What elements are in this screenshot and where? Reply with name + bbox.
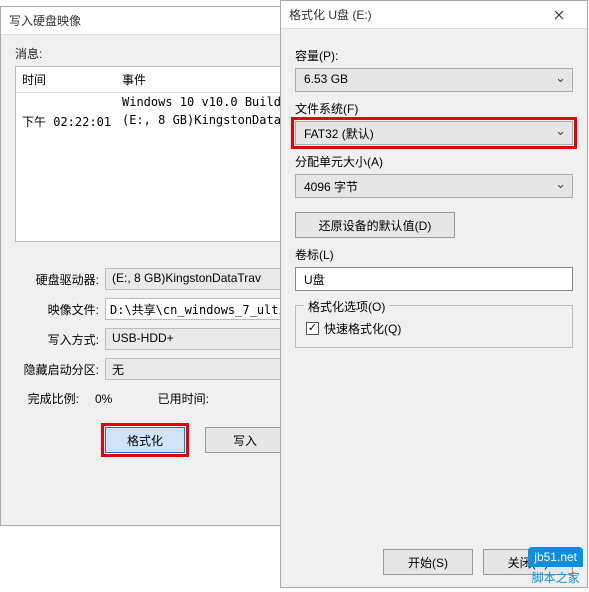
col-time-header: 时间 — [22, 71, 122, 88]
format-options-group: 格式化选项(O) 快速格式化(Q) — [295, 305, 573, 348]
quick-format-label: 快速格式化(Q) — [324, 320, 401, 337]
close-icon[interactable] — [539, 2, 579, 28]
window-controls — [539, 2, 579, 28]
done-label: 完成比例: — [15, 390, 85, 407]
start-button[interactable]: 开始(S) — [383, 549, 473, 575]
watermark-badge: jb51.net — [528, 547, 583, 567]
volume-label-label: 卷标(L) — [295, 246, 573, 263]
drive-label: 硬盘驱动器: — [15, 271, 105, 288]
dialog-body: 容量(P): 6.53 GB 文件系统(F) FAT32 (默认) 分配单元大小… — [281, 29, 587, 358]
filesystem-select[interactable]: FAT32 (默认) — [295, 121, 573, 145]
quick-format-row[interactable]: 快速格式化(Q) — [306, 320, 562, 337]
image-label: 映像文件: — [15, 301, 105, 318]
format-dialog-window: 格式化 U盘 (E:) 容量(P): 6.53 GB 文件系统(F) FAT32… — [280, 0, 588, 588]
capacity-select[interactable]: 6.53 GB — [295, 68, 573, 92]
titlebar: 格式化 U盘 (E:) — [281, 1, 587, 29]
log-time — [22, 95, 122, 109]
restore-defaults-button[interactable]: 还原设备的默认值(D) — [295, 212, 455, 238]
filesystem-label: 文件系统(F) — [295, 100, 573, 117]
quick-format-checkbox[interactable] — [306, 322, 319, 335]
format-button[interactable]: 格式化 — [105, 427, 185, 453]
volume-label-input[interactable] — [295, 267, 573, 291]
filesystem-value: FAT32 (默认) — [304, 127, 374, 141]
watermark: jb51.net 脚本之家 — [528, 547, 583, 586]
log-time: 下午 02:22:01 — [22, 113, 122, 130]
capacity-value: 6.53 GB — [304, 72, 348, 86]
write-button[interactable]: 写入 — [205, 427, 285, 453]
allocation-value: 4096 字节 — [304, 180, 358, 194]
elapsed-label: 已用时间: — [145, 390, 215, 407]
group-title: 格式化选项(O) — [304, 298, 389, 315]
window-title: 格式化 U盘 (E:) — [289, 6, 539, 23]
capacity-label: 容量(P): — [295, 47, 573, 64]
allocation-select[interactable]: 4096 字节 — [295, 174, 573, 198]
watermark-text: 脚本之家 — [532, 569, 580, 586]
method-label: 写入方式: — [15, 331, 105, 348]
progress-percent: 0% — [85, 392, 145, 406]
messages-label: 消息: — [15, 45, 42, 62]
allocation-label: 分配单元大小(A) — [295, 153, 573, 170]
hidden-label: 隐藏启动分区: — [15, 361, 105, 378]
